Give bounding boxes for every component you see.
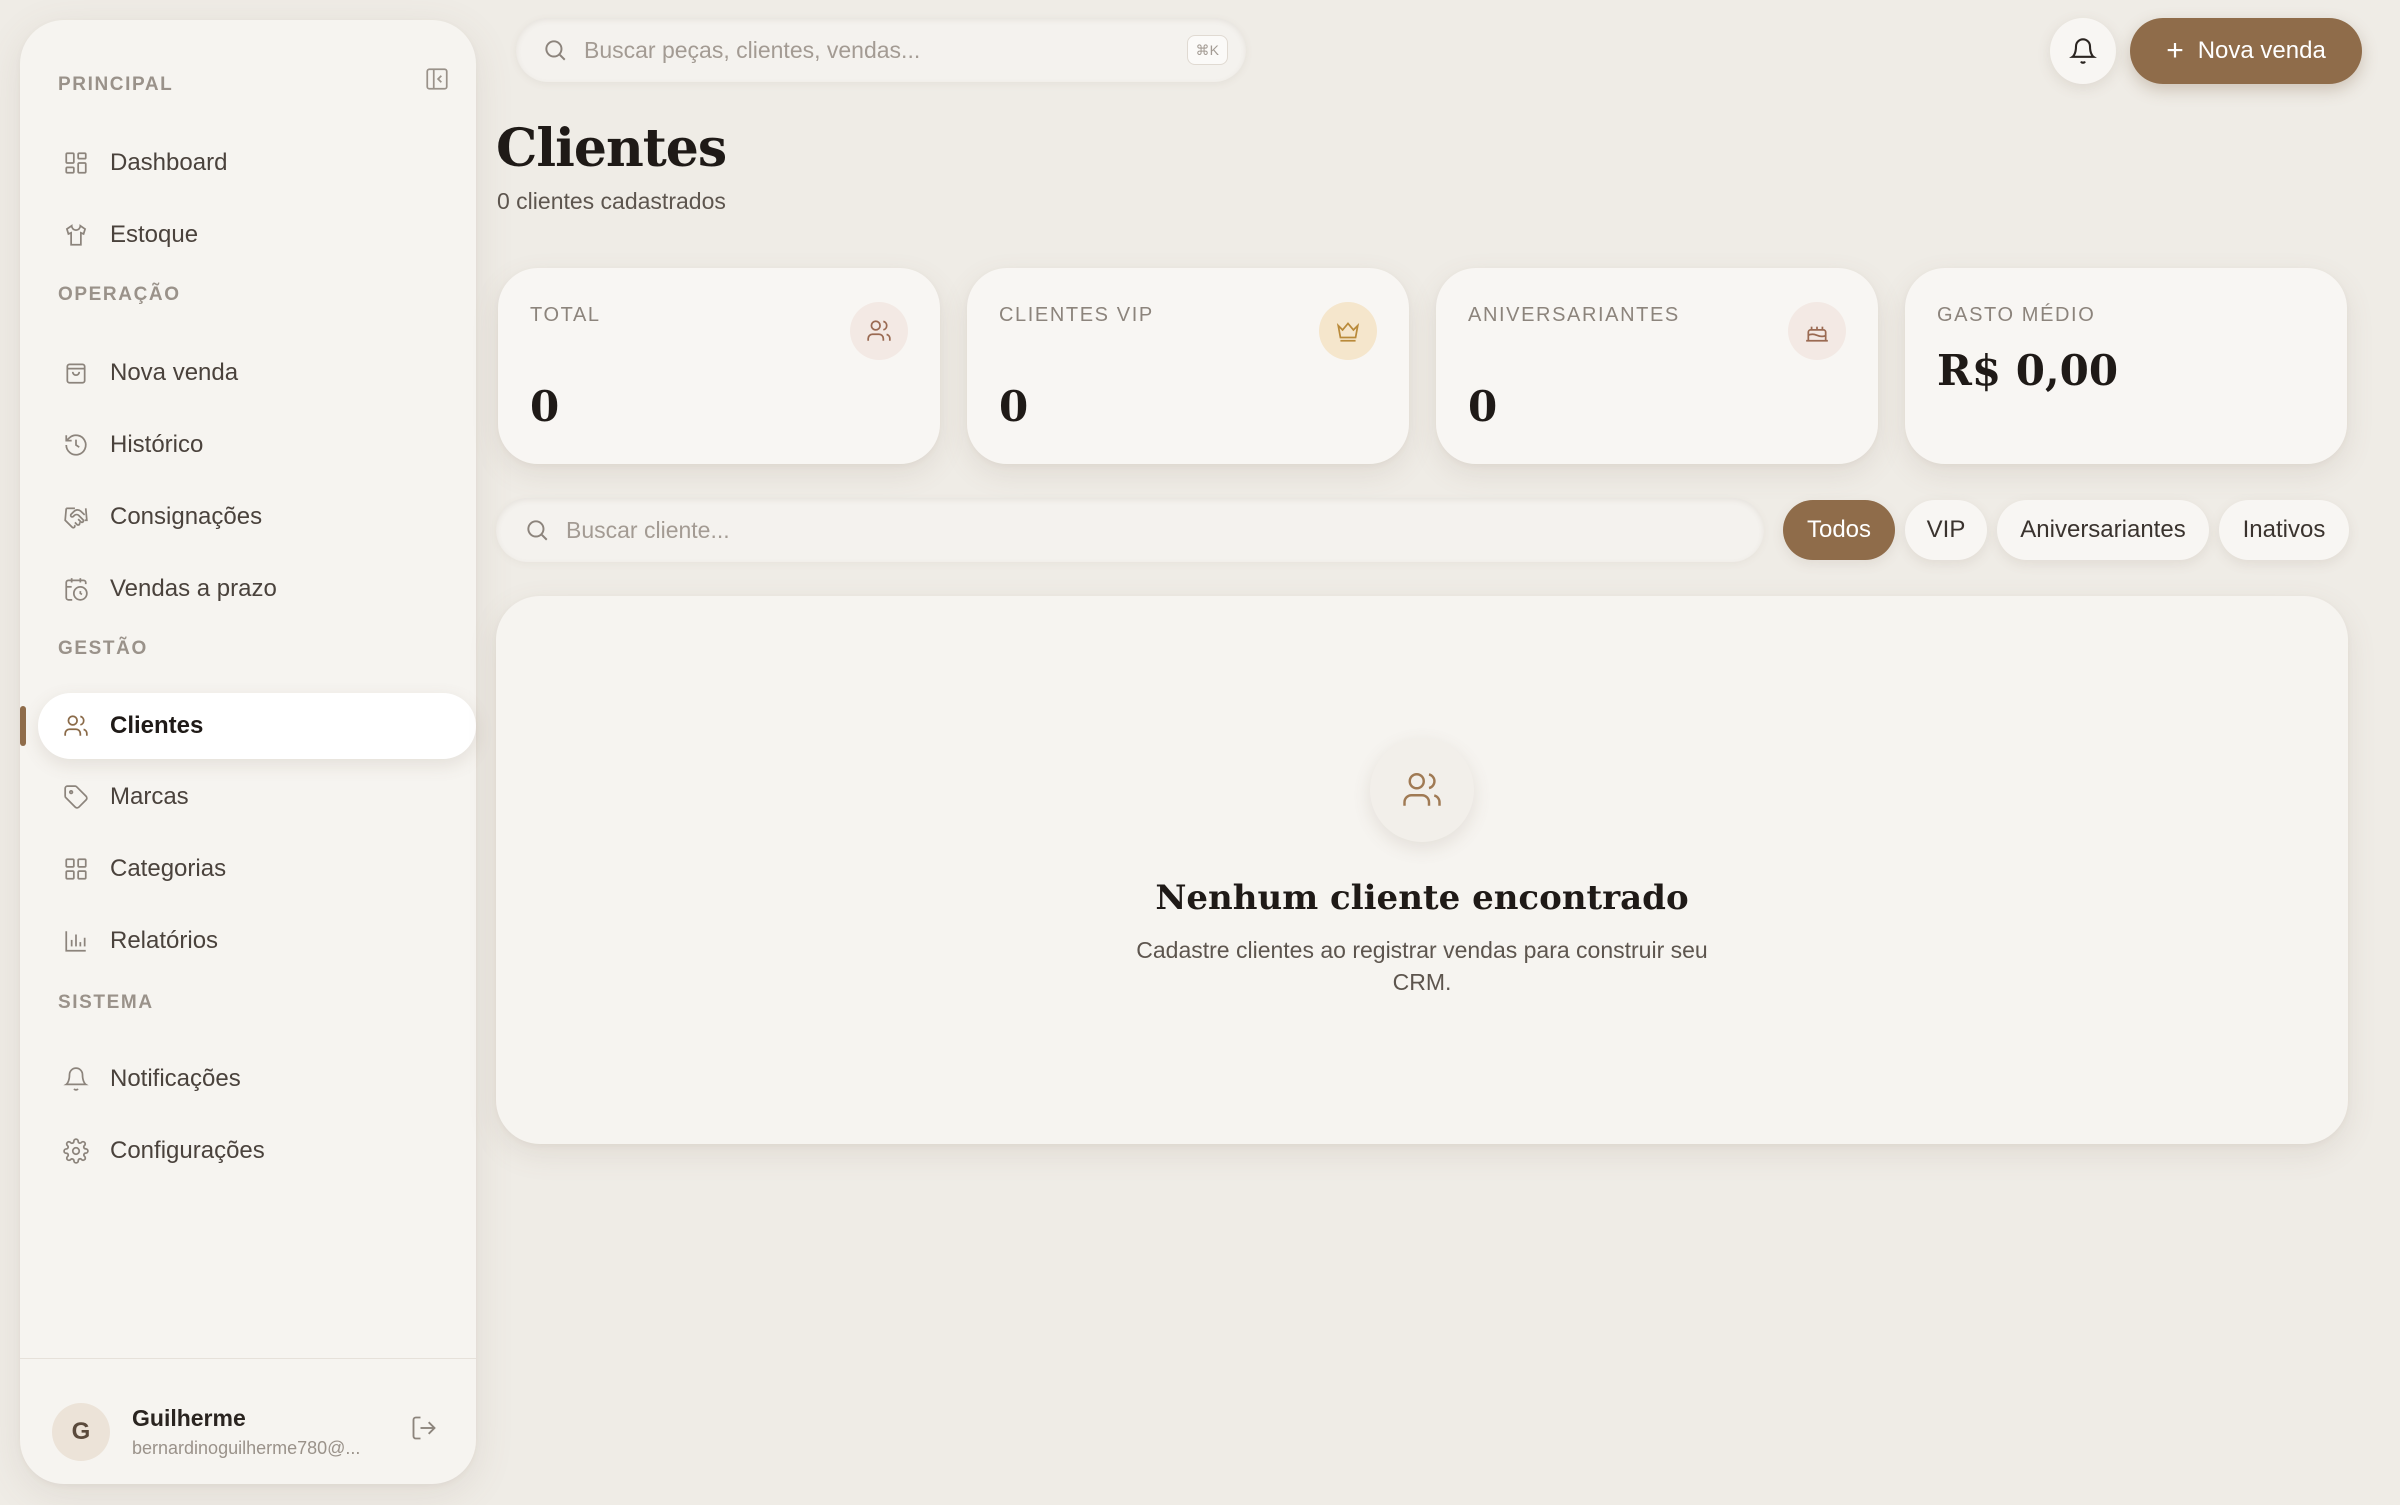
sidebar-item-vendas-prazo[interactable]: Vendas a prazo — [38, 556, 476, 622]
new-sale-button[interactable]: + Nova venda — [2130, 18, 2362, 84]
section-label-operacao: OPERAÇÃO — [58, 284, 181, 305]
page-title: Clientes — [496, 118, 727, 179]
sidebar: PRINCIPAL Dashboard Estoque OPERAÇÃO Nov… — [20, 20, 476, 1484]
plus-icon: + — [2166, 34, 2184, 67]
user-email: bernardinoguilherme780@... — [132, 1438, 361, 1458]
users-icon — [60, 710, 92, 742]
grid-icon — [60, 853, 92, 885]
empty-state-title: Nenhum cliente encontrado — [1155, 878, 1689, 918]
new-sale-label: Nova venda — [2197, 37, 2326, 64]
sidebar-item-notificacoes[interactable]: Notificações — [38, 1046, 476, 1112]
stat-value: 0 — [1468, 382, 1498, 431]
sidebar-item-label: Histórico — [110, 431, 204, 458]
users-icon — [850, 302, 908, 360]
sidebar-item-label: Consignações — [110, 503, 263, 530]
user-name: Guilherme — [132, 1405, 246, 1431]
stat-value: 0 — [530, 382, 560, 431]
users-icon — [1370, 738, 1474, 842]
sidebar-item-consignacoes[interactable]: Consignações — [38, 484, 476, 550]
shopping-bag-icon — [60, 357, 92, 389]
section-label-gestao: GESTÃO — [58, 638, 148, 659]
sidebar-item-configuracoes[interactable]: Configurações — [38, 1118, 476, 1184]
search-placeholder: Buscar peças, clientes, vendas... — [584, 36, 921, 63]
clients-list-empty: Nenhum cliente encontrado Cadastre clien… — [496, 596, 2348, 1144]
client-search-input[interactable]: Buscar cliente... — [496, 498, 1764, 562]
stat-card-gasto-medio: GASTO MÉDIO R$ 0,00 — [1905, 268, 2347, 464]
sidebar-item-label: Relatórios — [110, 927, 219, 954]
filter-tab-aniversariantes[interactable]: Aniversariantes — [1997, 500, 2209, 560]
section-label-principal: PRINCIPAL — [58, 74, 174, 95]
filter-tab-inativos[interactable]: Inativos — [2219, 500, 2349, 560]
search-icon — [524, 517, 550, 543]
stat-card-total: TOTAL 0 — [498, 268, 940, 464]
sidebar-item-label: Notificações — [110, 1065, 241, 1092]
sidebar-item-label: Categorias — [110, 855, 227, 882]
bell-icon — [2069, 37, 2097, 65]
stat-label: CLIENTES VIP — [999, 304, 1154, 326]
sidebar-item-label: Estoque — [110, 221, 199, 248]
client-search-placeholder: Buscar cliente... — [566, 516, 730, 543]
sidebar-item-categorias[interactable]: Categorias — [38, 836, 476, 902]
sidebar-item-estoque[interactable]: Estoque — [38, 202, 476, 268]
sidebar-item-nova-venda[interactable]: Nova venda — [38, 340, 476, 406]
sidebar-item-label: Dashboard — [110, 149, 228, 176]
user-profile[interactable]: G Guilherme bernardinoguilherme780@... — [52, 1392, 452, 1472]
sidebar-item-label: Nova venda — [110, 359, 239, 386]
shirt-icon — [60, 219, 92, 251]
cake-icon — [1788, 302, 1846, 360]
search-icon — [542, 37, 568, 63]
empty-state-description: Cadastre clientes ao registrar vendas pa… — [1136, 937, 1708, 995]
history-icon — [60, 429, 92, 461]
notifications-button[interactable] — [2050, 18, 2116, 84]
stat-card-vip: CLIENTES VIP 0 — [967, 268, 1409, 464]
global-search-input[interactable]: Buscar peças, clientes, vendas... ⌘K — [516, 18, 1246, 82]
sidebar-collapse-icon[interactable] — [420, 62, 454, 96]
sidebar-item-clientes[interactable]: Clientes — [38, 693, 476, 759]
filter-tab-todos[interactable]: Todos — [1783, 500, 1895, 560]
logout-icon[interactable] — [410, 1414, 438, 1447]
filter-tab-vip[interactable]: VIP — [1905, 500, 1987, 560]
sidebar-item-historico[interactable]: Histórico — [38, 412, 476, 478]
sidebar-item-label: Clientes — [110, 712, 204, 739]
sidebar-item-label: Configurações — [110, 1137, 265, 1164]
dashboard-icon — [60, 147, 92, 179]
gear-icon — [60, 1135, 92, 1167]
stat-value: 0 — [999, 382, 1029, 431]
tag-icon — [60, 781, 92, 813]
stat-label: GASTO MÉDIO — [1937, 304, 2096, 326]
section-label-sistema: SISTEMA — [58, 992, 154, 1013]
sidebar-item-label: Marcas — [110, 783, 189, 810]
shortcut-badge: ⌘K — [1186, 35, 1228, 65]
stat-value: R$ 0,00 — [1937, 346, 2119, 395]
stat-card-aniversariantes: ANIVERSARIANTES 0 — [1436, 268, 1878, 464]
sidebar-item-relatorios[interactable]: Relatórios — [38, 908, 476, 974]
bell-icon — [60, 1063, 92, 1095]
stat-label: ANIVERSARIANTES — [1468, 304, 1680, 326]
page-subtitle: 0 clientes cadastrados — [497, 188, 726, 214]
stat-label: TOTAL — [530, 304, 601, 326]
active-indicator — [20, 706, 26, 746]
sidebar-item-marcas[interactable]: Marcas — [38, 764, 476, 830]
crown-icon — [1319, 302, 1377, 360]
sidebar-item-label: Vendas a prazo — [110, 575, 277, 602]
avatar: G — [52, 1403, 110, 1461]
bar-chart-icon — [60, 925, 92, 957]
handshake-icon — [60, 501, 92, 533]
sidebar-divider — [20, 1358, 476, 1359]
calendar-clock-icon — [60, 573, 92, 605]
sidebar-item-dashboard[interactable]: Dashboard — [38, 130, 476, 196]
